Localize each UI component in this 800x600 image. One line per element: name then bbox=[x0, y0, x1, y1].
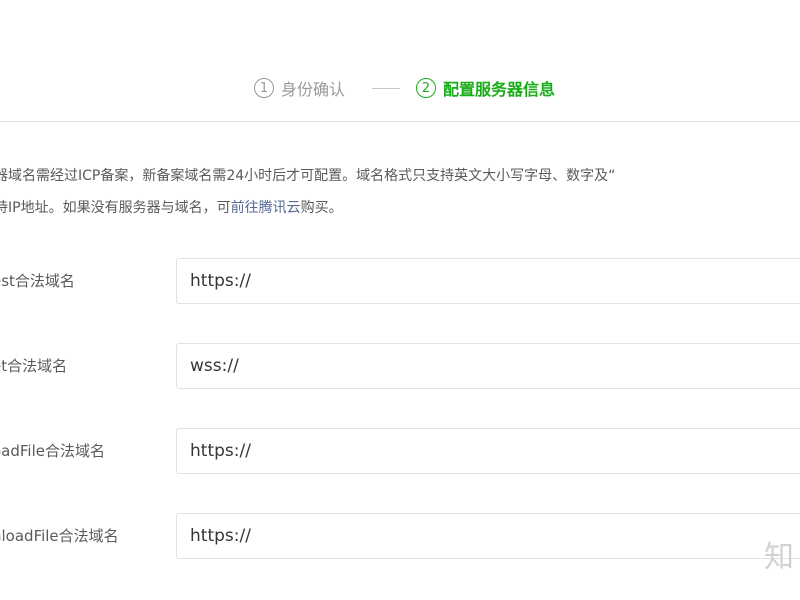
upload-file-domain-label: oadFile合法域名 bbox=[0, 442, 105, 460]
notice-line-2-suffix: 购买。 bbox=[300, 200, 343, 216]
request-domain-row: est合法域名 bbox=[0, 258, 800, 304]
step-2-label: 配置服务器信息 bbox=[443, 80, 556, 99]
tencent-cloud-link[interactable]: 前往腾讯云 bbox=[231, 200, 301, 216]
socket-domain-label: et合法域名 bbox=[0, 357, 68, 375]
step-identity-confirm: 1 身份确认 bbox=[254, 76, 345, 100]
notice-line-2-prefix: 持IP地址。如果没有服务器与域名，可 bbox=[0, 200, 231, 216]
request-domain-label: est合法域名 bbox=[0, 272, 75, 290]
download-file-domain-row: nloadFile合法域名 bbox=[0, 513, 800, 559]
request-domain-input[interactable] bbox=[176, 258, 800, 304]
step-separator bbox=[372, 88, 400, 89]
socket-domain-row: et合法域名 bbox=[0, 343, 800, 389]
domain-notice: 器域名需经过ICP备案，新备案域名需24小时后才可配置。域名格式只支持英文大小写… bbox=[0, 160, 800, 224]
step-indicator: 1 身份确认 2 配置服务器信息 bbox=[0, 74, 800, 106]
step-1-number-icon: 1 bbox=[254, 78, 274, 98]
socket-domain-input[interactable] bbox=[176, 343, 800, 389]
upload-file-domain-input[interactable] bbox=[176, 428, 800, 474]
step-1-label: 身份确认 bbox=[281, 80, 346, 99]
notice-line-2: 持IP地址。如果没有服务器与域名，可前往腾讯云购买。 bbox=[0, 192, 800, 224]
download-file-domain-label: nloadFile合法域名 bbox=[0, 527, 119, 545]
zhihu-watermark: 知 bbox=[764, 540, 794, 575]
download-file-domain-input[interactable] bbox=[176, 513, 800, 559]
step-server-config: 2 配置服务器信息 bbox=[416, 76, 555, 100]
upload-file-domain-row: oadFile合法域名 bbox=[0, 428, 800, 474]
notice-line-1: 器域名需经过ICP备案，新备案域名需24小时后才可配置。域名格式只支持英文大小写… bbox=[0, 168, 616, 184]
step-2-number-icon: 2 bbox=[416, 78, 436, 98]
header-divider bbox=[0, 121, 800, 122]
server-config-page: 1 身份确认 2 配置服务器信息 器域名需经过ICP备案，新备案域名需24小时后… bbox=[0, 0, 800, 600]
